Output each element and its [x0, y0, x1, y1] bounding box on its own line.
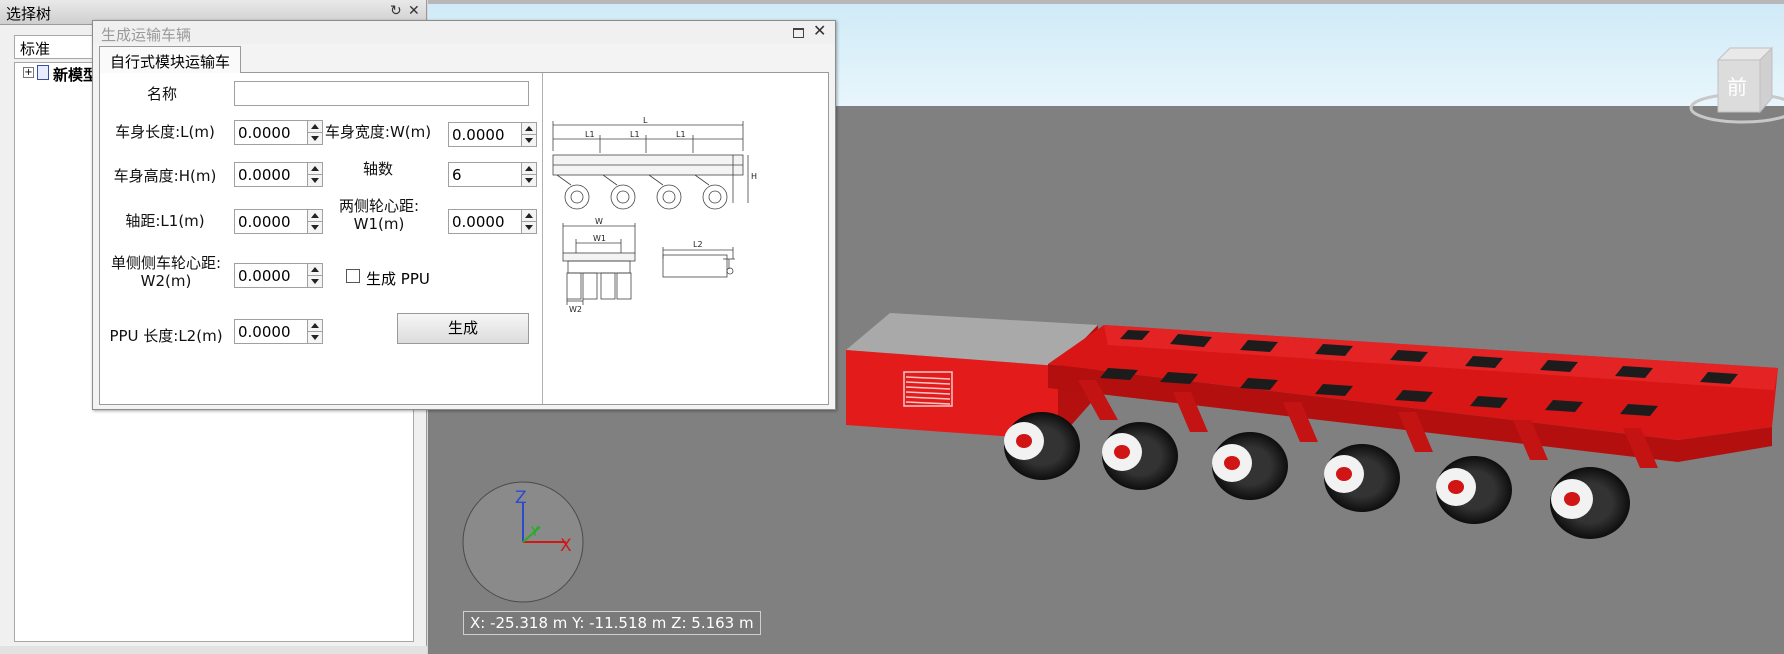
model-document-icon	[37, 65, 49, 80]
wheel-track-stepper[interactable]: 0.0000	[448, 209, 537, 234]
ppu-length-stepper[interactable]: 0.0000	[234, 319, 323, 344]
spin-down-icon[interactable]	[311, 279, 319, 284]
wheel-6	[1550, 467, 1630, 539]
single-side-value: 0.0000	[238, 267, 291, 285]
single-side-stepper[interactable]: 0.0000	[234, 263, 323, 288]
spin-up-icon[interactable]	[311, 267, 319, 272]
wheel-track-spinner[interactable]	[521, 210, 536, 233]
ppu-length-label: PPU 长度:L2(m)	[109, 327, 223, 345]
tree-expander-icon[interactable]: +	[23, 67, 34, 78]
wheel-4	[1324, 444, 1400, 512]
axle-spacing-value: 0.0000	[238, 213, 291, 231]
single-side-label-line2: W2(m)	[140, 272, 192, 290]
axle-spacing-stepper[interactable]: 0.0000	[234, 209, 323, 234]
spin-down-icon[interactable]	[311, 178, 319, 183]
body-width-label: 车身宽度:W(m)	[324, 123, 432, 141]
axis-label-x: X	[560, 536, 572, 556]
wheel-track-value: 0.0000	[452, 213, 505, 231]
single-side-label: 单侧侧车轮心距: W2(m)	[100, 254, 232, 290]
single-side-spinner[interactable]	[307, 264, 322, 287]
spin-down-icon[interactable]	[525, 225, 533, 230]
wheel-track-label-line2: W1(m)	[353, 215, 405, 233]
spin-down-icon[interactable]	[311, 225, 319, 230]
spin-up-icon[interactable]	[525, 213, 533, 218]
diagram-label-l: L	[643, 116, 648, 125]
body-length-label: 车身长度:L(m)	[115, 123, 215, 141]
wheel-5	[1436, 456, 1512, 524]
close-icon[interactable]: ✕	[408, 3, 420, 19]
generate-ppu-checkbox[interactable]	[346, 269, 360, 283]
tab-spmt[interactable]: 自行式模块运输车	[99, 46, 242, 73]
axle-count-value: 6	[452, 166, 462, 184]
axle-count-spinner[interactable]	[521, 163, 536, 186]
body-height-value: 0.0000	[238, 166, 291, 184]
dimension-diagram: L L1 L1 L1 H W W1 W2 L2	[552, 116, 757, 314]
diagram-label-w: W	[595, 217, 603, 226]
tree-filter-value: 标准	[20, 40, 51, 58]
maximize-icon[interactable]	[793, 28, 804, 38]
wheel-2	[1102, 422, 1178, 490]
body-width-value: 0.0000	[452, 126, 505, 144]
spin-up-icon[interactable]	[311, 166, 319, 171]
spin-up-icon[interactable]	[311, 323, 319, 328]
spin-up-icon[interactable]	[525, 166, 533, 171]
wheel-1	[1004, 412, 1080, 480]
spin-up-icon[interactable]	[311, 213, 319, 218]
spin-down-icon[interactable]	[525, 178, 533, 183]
body-length-stepper[interactable]: 0.0000	[234, 120, 323, 145]
ppu-length-spinner[interactable]	[307, 320, 322, 343]
pin-icon[interactable]: ↻	[390, 3, 402, 19]
body-width-spinner[interactable]	[521, 123, 536, 146]
axis-label-y: Y	[530, 525, 539, 540]
dialog-title: 生成运输车辆	[101, 26, 192, 44]
wheel-track-label: 两侧轮心距: W1(m)	[324, 197, 434, 233]
generate-vehicle-dialog: 生成运输车辆 ✕ 自行式模块运输车 名称 车身长度:L(m) 0.0000 车身…	[92, 20, 836, 410]
dimension-diagram-panel: L L1 L1 L1 H W W1 W2 L2	[542, 73, 828, 404]
close-icon[interactable]: ✕	[813, 21, 826, 40]
diagram-label-w2: W2	[569, 305, 582, 314]
generate-button[interactable]: 生成	[397, 313, 529, 344]
dialog-titlebar[interactable]: 生成运输车辆 ✕	[93, 21, 835, 44]
name-input[interactable]	[234, 81, 529, 106]
single-side-label-line1: 单侧侧车轮心距:	[110, 254, 222, 272]
spin-up-icon[interactable]	[525, 126, 533, 131]
diagram-label-l2: L2	[693, 240, 703, 249]
wheel-track-label-line1: 两侧轮心距:	[338, 197, 420, 215]
spin-down-icon[interactable]	[525, 138, 533, 143]
axle-spacing-spinner[interactable]	[307, 210, 322, 233]
name-label: 名称	[146, 85, 177, 103]
axis-label-z: Z	[515, 488, 527, 508]
generate-ppu-label[interactable]: 生成 PPU	[366, 268, 430, 289]
body-height-spinner[interactable]	[307, 163, 322, 186]
diagram-label-l1-b: L1	[630, 130, 640, 139]
axle-spacing-label: 轴距:L1(m)	[125, 212, 205, 230]
view-cube-label: 前	[1727, 75, 1747, 99]
axle-count-stepper[interactable]: 6	[448, 162, 537, 187]
diagram-label-l1-c: L1	[676, 130, 686, 139]
viewport-top-border	[428, 0, 1784, 4]
diagram-label-h: H	[751, 172, 757, 181]
ppu-length-value: 0.0000	[238, 323, 291, 341]
diagram-label-l1-a: L1	[585, 130, 595, 139]
body-height-stepper[interactable]: 0.0000	[234, 162, 323, 187]
coordinate-readout: X: -25.318 m Y: -11.518 m Z: 5.163 m	[463, 611, 761, 635]
ppu-view-diagram	[662, 247, 735, 278]
axle-count-label: 轴数	[362, 160, 393, 178]
dialog-form: 名称 车身长度:L(m) 0.0000 车身宽度:W(m) 0.0000 车身高…	[99, 72, 829, 405]
side-view-diagram	[552, 121, 749, 210]
body-length-value: 0.0000	[238, 124, 291, 142]
body-width-stepper[interactable]: 0.0000	[448, 122, 537, 147]
diagram-label-w1: W1	[593, 234, 606, 243]
body-height-label: 车身高度:H(m)	[113, 167, 217, 185]
tree-panel-title: 选择树	[6, 5, 52, 23]
tree-panel-footer	[0, 646, 427, 654]
spin-down-icon[interactable]	[311, 335, 319, 340]
wheel-3	[1212, 432, 1288, 500]
